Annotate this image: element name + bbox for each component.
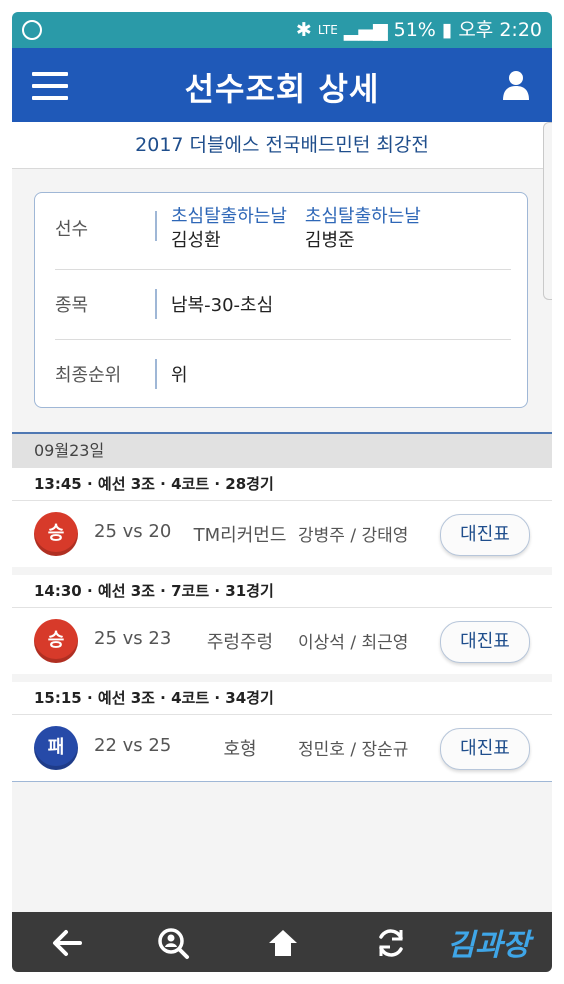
label-event: 종목: [55, 295, 89, 316]
search-user-icon[interactable]: [156, 926, 190, 960]
bracket-button[interactable]: 대진표: [440, 621, 530, 663]
status-bar: ✱ LTE ▂▄▆ 51% ▮ 오후 2:20: [12, 12, 552, 48]
user-profile-icon[interactable]: [502, 70, 530, 100]
event-value: 남복-30-초심: [171, 295, 274, 316]
player-entry: 초심탈출하는날 김병준: [305, 205, 421, 253]
match-body: 승 25 vs 23 주렁주렁 이상석 / 최근영 대진표: [12, 608, 552, 675]
opponent-team: 호형: [223, 739, 257, 760]
player-name: 김병준: [304, 230, 355, 251]
player-list: 초심탈출하는날 김성환 초심탈출하는날 김병준: [171, 205, 421, 253]
player-entry: 초심탈출하는날 김성환: [171, 205, 287, 253]
bracket-button[interactable]: 대진표: [440, 728, 530, 770]
match-score: 25 vs 20: [94, 521, 172, 542]
player-team: 초심탈출하는날: [304, 206, 421, 227]
bracket-button[interactable]: 대진표: [440, 514, 530, 556]
opponent-team: TM리커먼드: [193, 525, 287, 546]
info-row-player: 선수 초심탈출하는날 김성환 초심탈출하는날 김병준: [55, 205, 511, 270]
match-header: 13:45 · 예선 3조 · 4코트 · 28경기: [12, 468, 552, 501]
match-score: 22 vs 25: [94, 735, 172, 756]
match-header: 15:15 · 예선 3조 · 4코트 · 34경기: [12, 682, 552, 715]
opponent-players: 정민호 / 장순규: [298, 740, 409, 760]
signal-icon: ▂▄▆: [343, 19, 388, 41]
status-indicators: ✱ LTE ▂▄▆ 51% ▮ 오후 2:20: [296, 18, 542, 42]
opponent-players: 강병주 / 강태영: [298, 526, 409, 546]
player-team: 초심탈출하는날: [171, 206, 287, 227]
label-divider: [155, 359, 157, 389]
result-badge: 승: [34, 619, 78, 663]
clock: 오후 2:20: [458, 19, 542, 41]
watermark: 김과장: [447, 928, 530, 963]
match-spacer: [12, 567, 552, 575]
match-date: 09월23일: [12, 432, 552, 468]
match-item: 13:45 · 예선 3조 · 4코트 · 28경기 승 25 vs 20 TM…: [12, 468, 552, 568]
opponent-players: 이상석 / 최근영: [298, 633, 409, 653]
result-badge: 승: [34, 512, 78, 556]
back-icon[interactable]: [50, 926, 84, 960]
refresh-icon[interactable]: [374, 926, 408, 960]
match-score: 25 vs 23: [94, 628, 172, 649]
info-row-event: 종목 남복-30-초심: [55, 271, 511, 340]
final-rank-value: 위: [171, 365, 188, 386]
bluetooth-icon: ✱: [295, 19, 312, 41]
info-row-rank: 최종순위 위: [55, 341, 511, 401]
phone-screen: ✱ LTE ▂▄▆ 51% ▮ 오후 2:20 선수조회 상세 2017 더블에…: [12, 12, 552, 972]
result-badge: 패: [34, 726, 78, 770]
player-info-card: 선수 초심탈출하는날 김성환 초심탈출하는날 김병준 종목 남복-30-초심 최…: [34, 192, 528, 408]
label-divider: [155, 211, 157, 241]
match-header: 14:30 · 예선 3조 · 7코트 · 31경기: [12, 575, 552, 608]
scrollbar[interactable]: [543, 122, 552, 300]
bottom-nav-bar: 김과장: [12, 912, 552, 972]
battery-percent: 51%: [393, 19, 436, 41]
app-notification-icon: [22, 20, 42, 40]
match-item: 14:30 · 예선 3조 · 7코트 · 31경기 승 25 vs 23 주렁…: [12, 575, 552, 675]
match-spacer: [12, 674, 552, 682]
home-icon[interactable]: [266, 926, 300, 960]
label-player: 선수: [55, 219, 89, 240]
app-header: 선수조회 상세: [12, 48, 552, 122]
match-body: 패 22 vs 25 호형 정민호 / 장순규 대진표: [12, 715, 552, 782]
battery-icon: ▮: [441, 19, 453, 41]
page-title: 선수조회 상세: [184, 70, 380, 108]
tournament-name: 2017 더블에스 전국배드민턴 최강전: [12, 122, 552, 169]
label-final-rank: 최종순위: [55, 365, 122, 386]
player-name: 김성환: [171, 230, 221, 251]
label-divider: [155, 289, 157, 319]
match-body: 승 25 vs 20 TM리커먼드 강병주 / 강태영 대진표: [12, 501, 552, 568]
content-area: 2017 더블에스 전국배드민턴 최강전 선수 초심탈출하는날 김성환 초심탈출…: [12, 122, 552, 912]
match-item: 15:15 · 예선 3조 · 4코트 · 34경기 패 22 vs 25 호형…: [12, 682, 552, 782]
opponent-team: 주렁주렁: [206, 632, 274, 653]
network-type: LTE: [317, 23, 338, 37]
